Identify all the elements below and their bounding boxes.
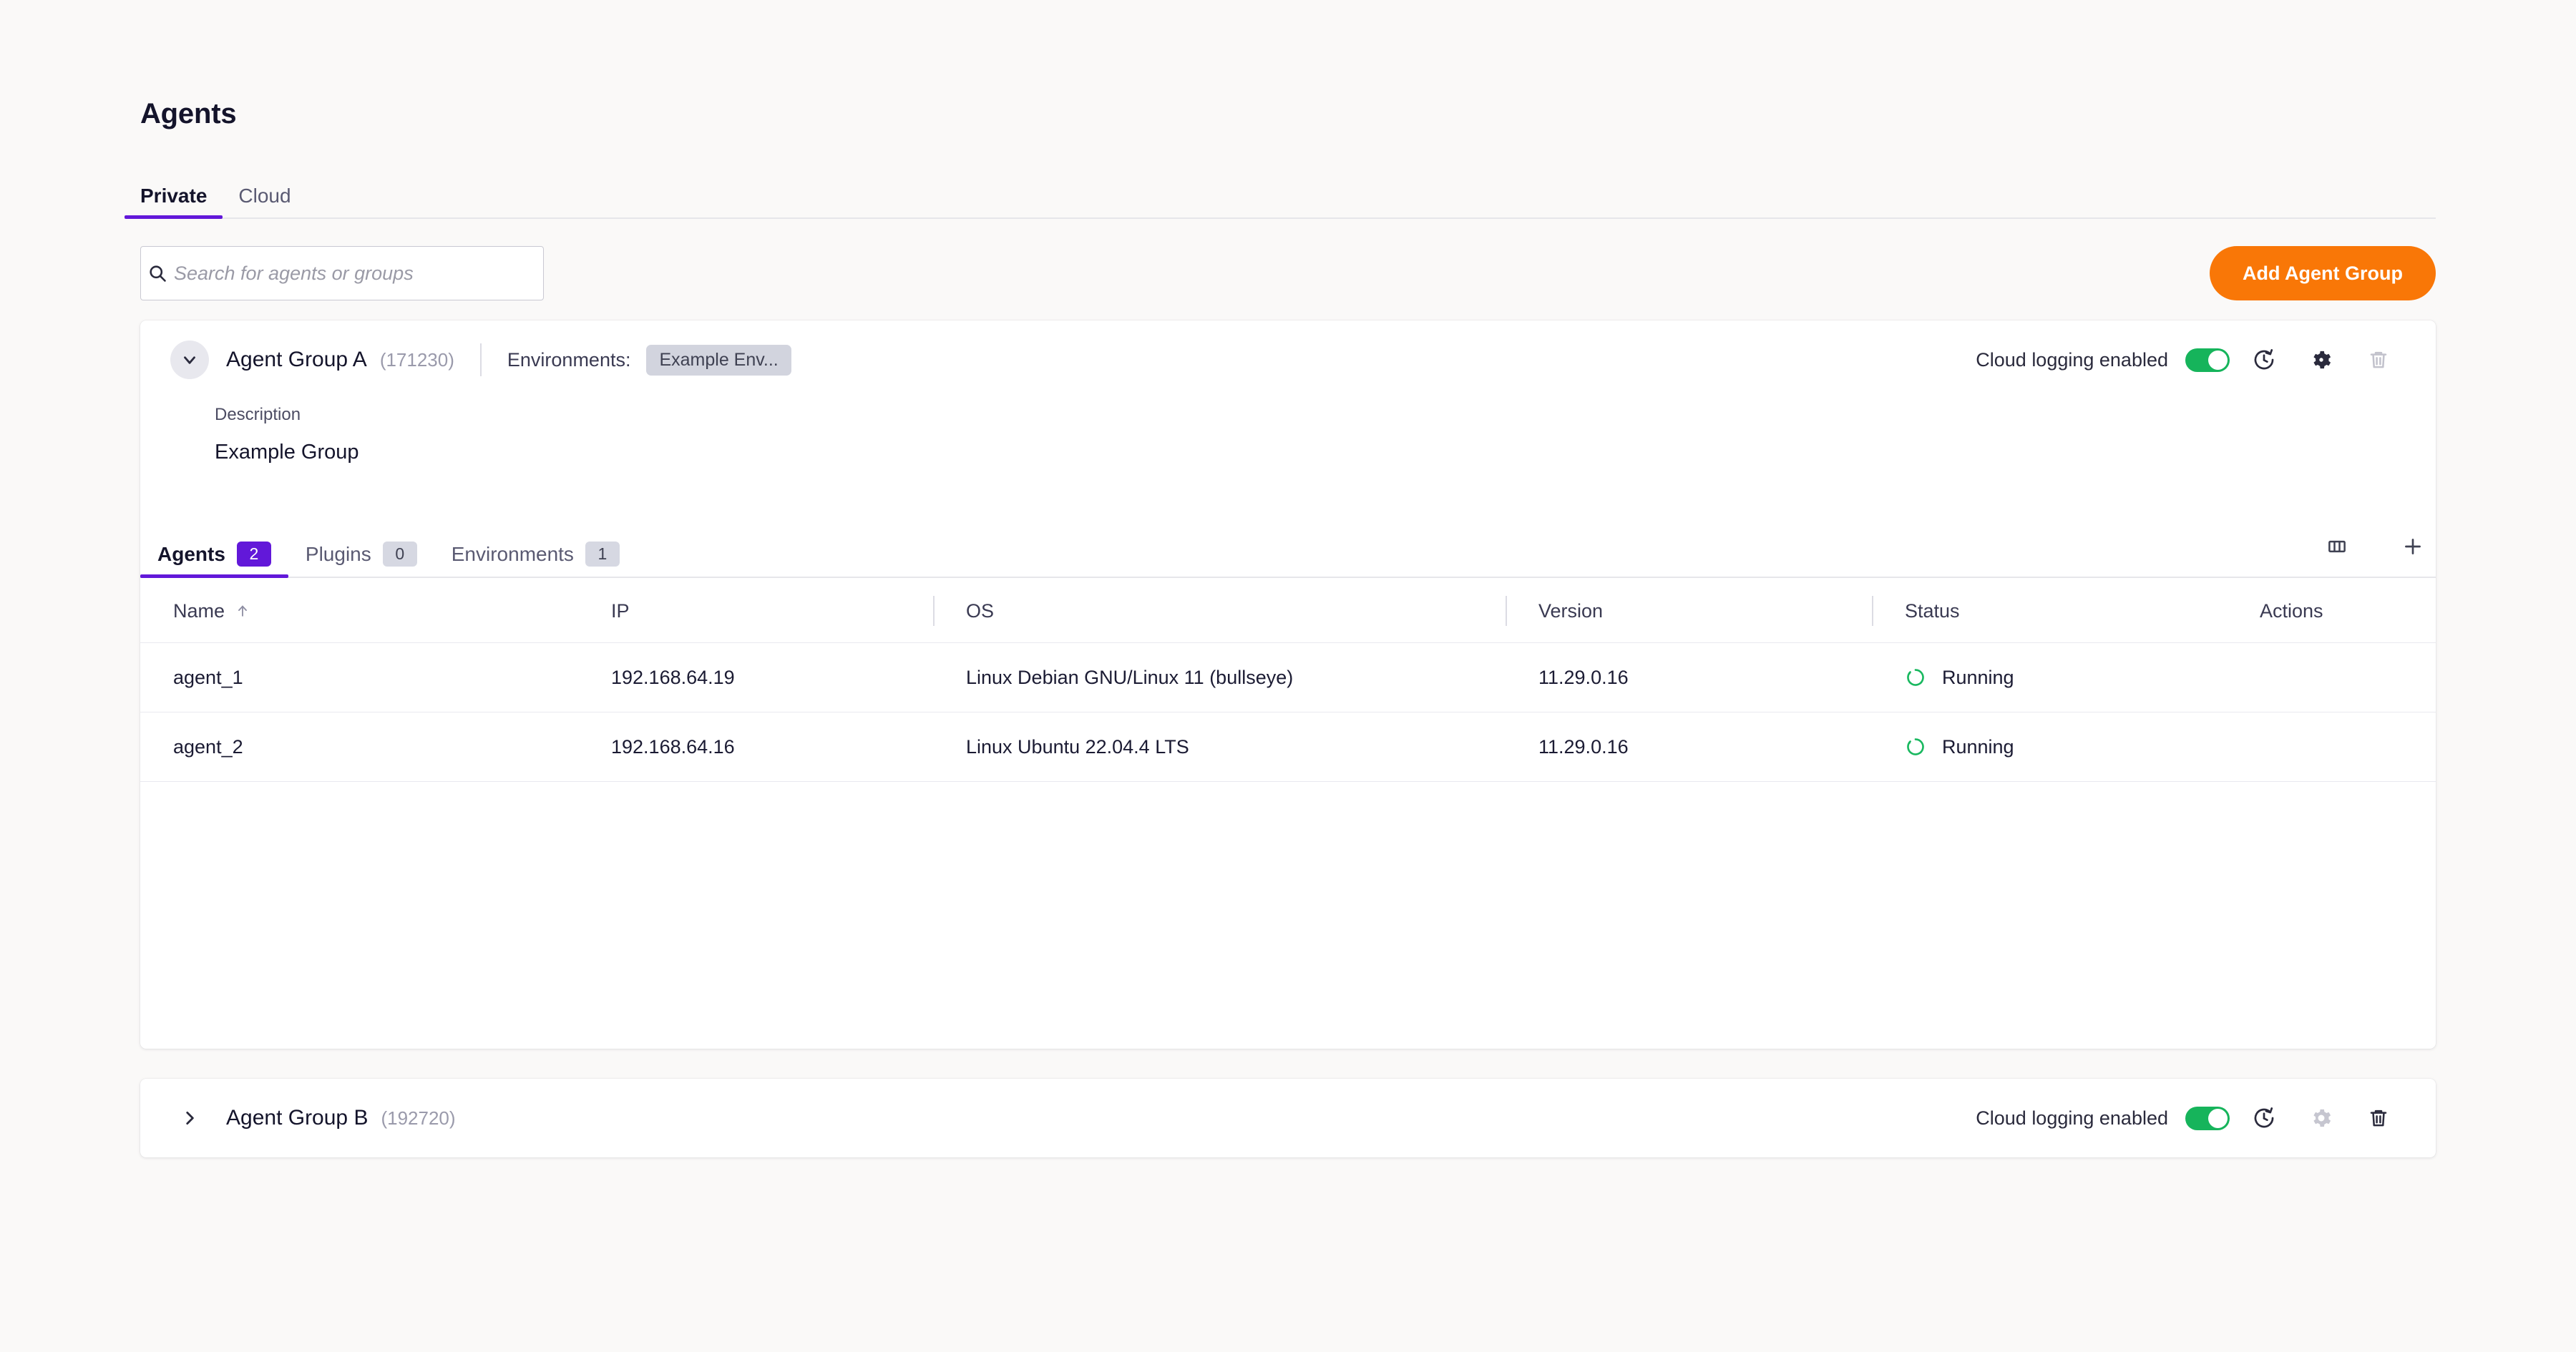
agent-group-a-id: (171230) <box>379 348 454 371</box>
agents-table: Name IP OS Version Status Actions agent_… <box>140 579 2436 1054</box>
cloud-logging-label-a: Cloud logging enabled <box>1976 348 2168 371</box>
add-agent-group-button[interactable]: Add Agent Group <box>2210 246 2436 300</box>
cell-status: Running <box>1872 667 2260 689</box>
agents-page: Agents Private Cloud Add Agent Group <box>0 0 2576 1352</box>
trash-icon <box>2356 337 2401 383</box>
top-tab-bar: Private Cloud <box>125 170 2436 219</box>
table-row[interactable]: agent_2 192.168.64.16 Linux Ubuntu 22.04… <box>140 712 2436 782</box>
inner-tab-bar: Agents 2 Plugins 0 Environments 1 <box>140 526 2436 578</box>
tab-private[interactable]: Private <box>125 186 223 219</box>
description-block: Description Example Group <box>215 405 359 464</box>
search-box[interactable] <box>140 246 544 300</box>
tab-plugins[interactable]: Plugins 0 <box>288 542 434 577</box>
tab-plugins-label: Plugins <box>305 542 371 565</box>
cell-ip: 192.168.64.16 <box>611 735 735 758</box>
toggle-knob <box>2208 350 2228 370</box>
columns-icon[interactable] <box>2314 524 2360 569</box>
agent-group-card-b: Agent Group B (192720) Cloud logging ena… <box>140 1079 2436 1157</box>
cell-os: Linux Debian GNU/Linux 11 (bullseye) <box>966 666 1294 688</box>
toolbar: Add Agent Group <box>140 246 2436 300</box>
cell-status: Running <box>1872 736 2260 758</box>
agent-group-b-header-actions: Cloud logging enabled <box>1976 1079 2401 1157</box>
description-label: Description <box>215 405 301 424</box>
chevron-down-icon[interactable] <box>170 341 209 379</box>
cell-ip: 192.168.64.19 <box>611 666 735 688</box>
tab-cloud[interactable]: Cloud <box>223 186 306 217</box>
cloud-logging-toggle-b[interactable] <box>2185 1106 2230 1130</box>
table-header-row: Name IP OS Version Status Actions <box>140 579 2436 643</box>
arrow-up-icon <box>235 603 250 619</box>
agent-group-a-header[interactable]: Agent Group A (171230) Environments: Exa… <box>140 320 2436 399</box>
agent-group-b-id: (192720) <box>381 1107 456 1129</box>
column-header-ip[interactable]: IP <box>578 600 933 622</box>
plus-icon[interactable] <box>2390 524 2436 569</box>
history-refresh-icon[interactable] <box>2241 1095 2287 1141</box>
agent-group-b-header[interactable]: Agent Group B (192720) Cloud logging ena… <box>140 1079 2436 1157</box>
environments-label: Environments: <box>507 348 631 371</box>
agent-group-a-header-actions: Cloud logging enabled <box>1976 320 2401 399</box>
page-title: Agents <box>140 98 237 129</box>
cell-name: agent_1 <box>173 666 243 688</box>
table-tools <box>2303 524 2436 577</box>
description-value: Example Group <box>215 441 359 464</box>
column-header-name-label: Name <box>173 599 225 622</box>
toggle-knob <box>2208 1108 2228 1128</box>
search-icon <box>141 263 174 283</box>
column-header-status[interactable]: Status <box>1872 600 2227 622</box>
cloud-logging-toggle-a[interactable] <box>2185 348 2230 372</box>
environment-chip[interactable]: Example Env... <box>646 344 791 376</box>
cell-version: 11.29.0.16 <box>1538 735 1629 758</box>
search-input[interactable] <box>174 262 543 285</box>
cloud-logging-label-b: Cloud logging enabled <box>1976 1107 2168 1129</box>
tab-environments-count: 1 <box>585 542 620 567</box>
gear-icon <box>2298 1095 2344 1141</box>
column-header-version[interactable]: Version <box>1506 600 1872 622</box>
spinner-icon <box>1905 667 1926 688</box>
history-refresh-icon[interactable] <box>2241 337 2287 383</box>
spinner-icon <box>1905 736 1926 758</box>
cell-name: agent_2 <box>173 735 243 758</box>
agent-group-b-name: Agent Group B <box>226 1106 369 1130</box>
tab-environments[interactable]: Environments 1 <box>434 542 637 577</box>
tab-agents-count: 2 <box>236 542 271 567</box>
cell-status-label: Running <box>1942 666 2014 688</box>
column-header-name[interactable]: Name <box>140 600 578 622</box>
agent-group-a-name: Agent Group A <box>226 348 367 371</box>
cell-status-label: Running <box>1942 735 2014 758</box>
tab-agents[interactable]: Agents 2 <box>140 542 288 578</box>
divider <box>479 343 482 376</box>
tab-agents-label: Agents <box>157 542 225 565</box>
column-header-actions: Actions <box>2260 599 2323 622</box>
cell-os: Linux Ubuntu 22.04.4 LTS <box>966 735 1189 758</box>
gear-icon[interactable] <box>2298 337 2344 383</box>
cell-version: 11.29.0.16 <box>1538 666 1629 688</box>
table-empty-space <box>140 782 2436 1054</box>
column-header-os[interactable]: OS <box>933 600 1506 622</box>
chevron-right-icon[interactable] <box>170 1099 209 1137</box>
tab-plugins-count: 0 <box>382 542 417 567</box>
table-row[interactable]: agent_1 192.168.64.19 Linux Debian GNU/L… <box>140 643 2436 712</box>
tab-environments-label: Environments <box>451 542 574 565</box>
trash-icon[interactable] <box>2356 1095 2401 1141</box>
